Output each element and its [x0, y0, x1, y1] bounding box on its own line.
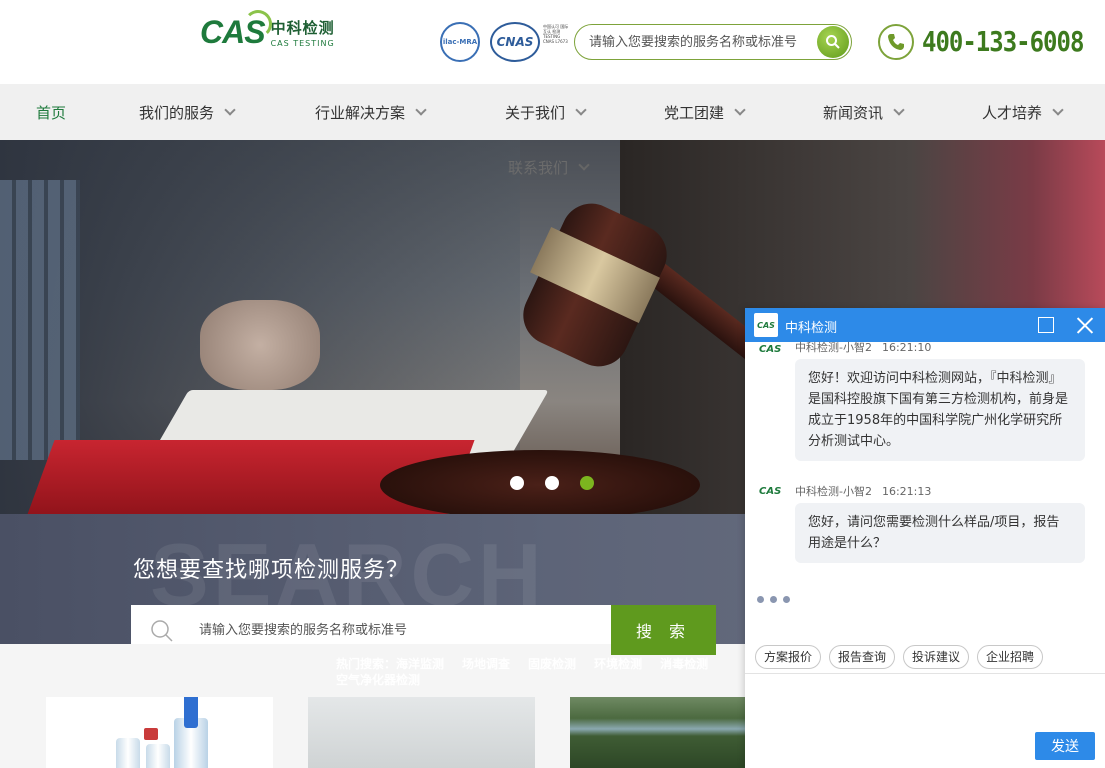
cnas-badge-icon: CNAS — [490, 22, 540, 62]
banner-dot-1[interactable] — [510, 476, 524, 490]
header-search-button[interactable] — [817, 26, 849, 58]
chat-title: 中科检测 — [785, 321, 838, 336]
chevron-down-icon — [1052, 104, 1064, 116]
chat-header: CAS 中科检测 — [745, 308, 1105, 342]
main-search-input[interactable] — [199, 621, 589, 639]
hot-search-label: 热门搜索： — [336, 657, 397, 671]
hotline-number[interactable]: 400-133-6008 — [922, 26, 1084, 58]
quick-reply-jobs[interactable]: 企业招聘 — [977, 645, 1044, 669]
nav-item-solutions[interactable]: 行业解决方案 — [315, 102, 427, 123]
send-button[interactable]: 发送 — [1035, 732, 1095, 760]
phone-icon — [878, 24, 914, 60]
chevron-down-icon — [578, 159, 590, 171]
hot-search-item[interactable]: 空气净化器检测 — [336, 673, 420, 687]
hot-search-item[interactable]: 固废检测 — [528, 657, 576, 671]
search-title: 您想要查找哪项检测服务？ — [133, 558, 410, 583]
banner-dot-3[interactable] — [580, 476, 594, 490]
nav-item-home[interactable]: 首页 — [36, 102, 66, 123]
quick-reply-complaint[interactable]: 投诉建议 — [903, 645, 970, 669]
logo-arc-icon — [244, 10, 272, 38]
chevron-down-icon — [893, 104, 905, 116]
hot-searches: 热门搜索：海洋监测 场地调查 固废检测 环境检测 消毒检测 空气净化器检测 — [336, 656, 746, 688]
header-search — [574, 24, 852, 60]
hand-image — [200, 300, 320, 390]
chat-widget: CAS 中科检测 CAS 中科检测-小智2 16:21:10 您好！欢迎访问中科检… — [745, 308, 1105, 768]
chevron-down-icon — [415, 104, 427, 116]
hot-search-item[interactable]: 海洋监测 — [396, 657, 444, 671]
nav-item-news[interactable]: 新闻资讯 — [823, 102, 905, 123]
close-icon[interactable] — [1076, 316, 1094, 334]
chat-logo-icon: CAS — [754, 313, 778, 337]
hot-search-item[interactable]: 场地调查 — [462, 657, 510, 671]
site-header: CAS 中科检测 CAS TESTING ilac-MRA CNAS 中国认可 … — [0, 0, 1105, 84]
service-card-environment[interactable] — [570, 697, 750, 768]
chat-input[interactable] — [753, 680, 1097, 730]
message-meta: 中科检测-小智2 16:21:10 — [795, 341, 932, 354]
search-icon — [151, 620, 173, 642]
message-meta: 中科检测-小智2 16:21:13 — [795, 485, 932, 498]
quick-reply-quote[interactable]: 方案报价 — [755, 645, 822, 669]
nav-item-services[interactable]: 我们的服务 — [139, 102, 236, 123]
agent-avatar: CAS — [759, 486, 782, 497]
chevron-down-icon — [734, 104, 746, 116]
expand-icon[interactable] — [1038, 317, 1054, 333]
agent-avatar: CAS — [759, 344, 782, 355]
main-search-button[interactable]: 搜 索 — [611, 605, 716, 655]
main-search-box — [131, 605, 611, 644]
hot-search-item[interactable]: 环境检测 — [594, 657, 642, 671]
cnas-note: 中国认可 国际互认 检测 TESTING CNAS L7673 — [543, 24, 569, 44]
nav-item-contact[interactable]: 联系我们 — [508, 157, 590, 178]
service-card-water[interactable] — [46, 697, 273, 768]
logo-mark: CAS — [200, 10, 272, 51]
chat-message: 您好！欢迎访问中科检测网站，『中科检测』是国科控股旗下国有第三方检测机构，前身是… — [795, 359, 1085, 461]
nav-item-party[interactable]: 党工团建 — [664, 102, 746, 123]
quick-reply-report[interactable]: 报告查询 — [829, 645, 896, 669]
chat-message: 您好，请问您需要检测什么样品/项目，报告用途是什么？ — [795, 503, 1085, 563]
bookshelf-image — [0, 180, 80, 460]
site-logo[interactable]: CAS 中科检测 CAS TESTING — [200, 10, 335, 51]
nav-item-talent[interactable]: 人才培养 — [982, 102, 1064, 123]
service-card-glassware[interactable] — [308, 697, 535, 768]
banner-pagination — [510, 476, 594, 490]
hotline: 400-133-6008 — [878, 24, 1084, 60]
search-icon — [826, 35, 840, 49]
banner-dot-2[interactable] — [545, 476, 559, 490]
typing-indicator — [757, 596, 790, 603]
main-nav: 首页 我们的服务 行业解决方案 关于我们 党工团建 新闻资讯 人才培养 — [0, 84, 1105, 140]
logo-cn: 中科检测 — [270, 19, 335, 37]
chevron-down-icon — [224, 104, 236, 116]
chevron-down-icon — [575, 104, 587, 116]
header-search-input[interactable] — [589, 33, 809, 51]
hot-search-item[interactable]: 消毒检测 — [660, 657, 708, 671]
nav-item-about[interactable]: 关于我们 — [505, 102, 587, 123]
ilac-mra-badge-icon: ilac-MRA — [440, 22, 480, 62]
logo-en: CAS TESTING — [270, 39, 335, 48]
quick-replies: 方案报价 报告查询 投诉建议 企业招聘 — [755, 645, 1044, 669]
